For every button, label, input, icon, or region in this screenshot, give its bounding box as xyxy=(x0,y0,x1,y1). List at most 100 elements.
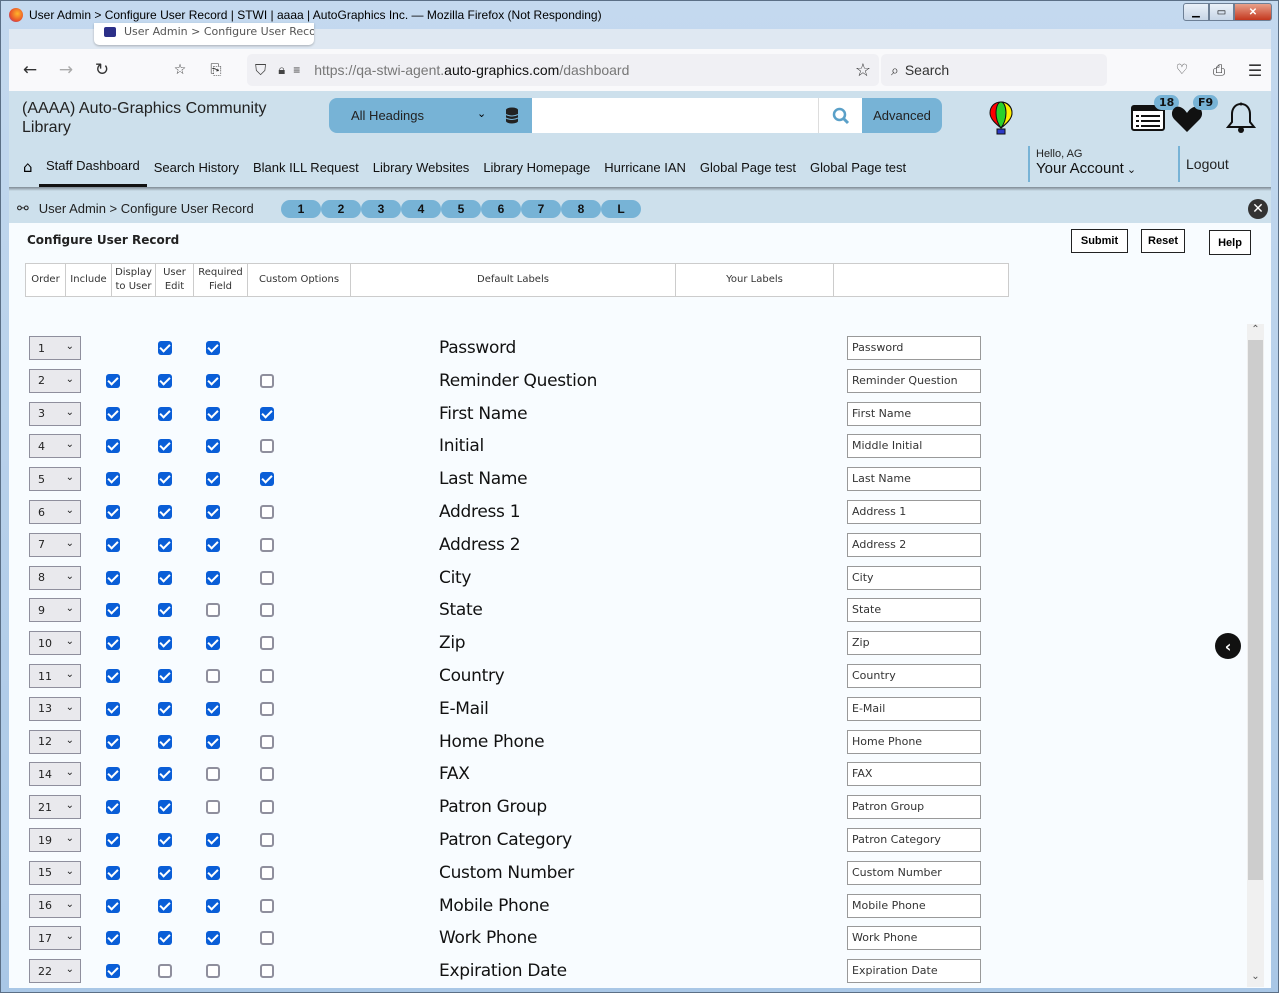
collapse-panel-arrow[interactable]: ‹ xyxy=(1215,633,1241,659)
menu-library-websites[interactable]: Library Websites xyxy=(366,147,477,187)
order-select[interactable]: 13 ⌄ xyxy=(29,696,81,721)
display-checkbox[interactable] xyxy=(158,734,172,749)
edit-checkbox[interactable] xyxy=(206,603,220,618)
include-checkbox[interactable] xyxy=(106,898,120,913)
display-checkbox[interactable] xyxy=(158,669,172,683)
chevron-down-icon[interactable]: ⌄ xyxy=(477,107,486,120)
display-checkbox[interactable] xyxy=(158,439,172,454)
pill-7[interactable]: 7 xyxy=(521,200,561,218)
edit-checkbox[interactable] xyxy=(206,865,220,880)
pocket-icon[interactable]: ♡ xyxy=(1167,55,1197,85)
include-checkbox[interactable] xyxy=(106,406,120,421)
required-checkbox[interactable] xyxy=(260,865,274,880)
required-checkbox[interactable] xyxy=(260,537,274,552)
display-checkbox[interactable] xyxy=(158,373,172,388)
your-label-input[interactable]: Middle Initial xyxy=(847,434,981,459)
edit-checkbox[interactable] xyxy=(206,767,220,782)
display-checkbox[interactable] xyxy=(158,833,172,847)
logout-link[interactable]: Logout xyxy=(1178,146,1229,182)
required-checkbox[interactable] xyxy=(260,439,274,454)
edit-checkbox[interactable] xyxy=(206,833,220,847)
account-menu[interactable]: Hello, AG Your Account ⌄ xyxy=(1028,146,1136,182)
include-checkbox[interactable] xyxy=(106,603,120,618)
display-checkbox[interactable] xyxy=(158,341,172,355)
your-label-input[interactable]: State xyxy=(847,598,981,623)
required-checkbox[interactable] xyxy=(260,472,274,487)
vertical-scrollbar[interactable]: ⌃ ⌄ xyxy=(1247,324,1264,987)
forward-button[interactable]: → xyxy=(51,55,81,85)
help-button[interactable]: Help xyxy=(1209,230,1251,255)
browser-tab[interactable]: User Admin > Configure User Record xyxy=(94,23,314,45)
order-select[interactable]: 6 ⌄ xyxy=(29,500,81,524)
display-checkbox[interactable] xyxy=(158,603,172,618)
menu-blank-ill-request[interactable]: Blank ILL Request xyxy=(246,147,366,187)
lock-icon[interactable]: 🔒︎ xyxy=(278,62,285,78)
order-select[interactable]: 16 ⌄ xyxy=(29,893,81,918)
pill-1[interactable]: 1 xyxy=(281,200,321,218)
required-checkbox[interactable] xyxy=(260,701,274,716)
include-checkbox[interactable] xyxy=(106,865,120,880)
your-label-input[interactable]: Patron Category xyxy=(847,828,981,852)
pill-3[interactable]: 3 xyxy=(361,200,401,218)
order-select[interactable]: 22 ⌄ xyxy=(29,959,81,984)
scroll-up-arrow[interactable]: ⌃ xyxy=(1247,324,1264,340)
your-label-input[interactable]: Work Phone xyxy=(847,926,981,951)
edit-checkbox[interactable] xyxy=(206,406,220,421)
required-checkbox[interactable] xyxy=(260,931,274,946)
minimize-button[interactable]: ▁ xyxy=(1183,3,1209,21)
display-checkbox[interactable] xyxy=(158,931,172,946)
catalog-search-input[interactable] xyxy=(532,98,818,133)
required-checkbox[interactable] xyxy=(260,734,274,749)
order-select[interactable]: 8 ⌄ xyxy=(29,565,81,590)
edit-checkbox[interactable] xyxy=(206,636,220,651)
bell-icon[interactable] xyxy=(1225,101,1257,135)
required-checkbox[interactable] xyxy=(260,373,274,388)
your-label-input[interactable]: Address 1 xyxy=(847,500,981,524)
your-account-label[interactable]: Your Account xyxy=(1036,160,1124,177)
order-select[interactable]: 3 ⌄ xyxy=(29,401,81,426)
your-label-input[interactable]: Patron Group xyxy=(847,795,981,820)
pill-l[interactable]: L xyxy=(601,200,641,218)
bookmark-manage-icon[interactable]: ☆ xyxy=(165,55,195,85)
order-select[interactable]: 9 ⌄ xyxy=(29,598,81,623)
order-select[interactable]: 17 ⌄ xyxy=(29,926,81,951)
order-select[interactable]: 21 ⌄ xyxy=(29,795,81,820)
display-checkbox[interactable] xyxy=(158,865,172,880)
order-select[interactable]: 4 ⌄ xyxy=(29,434,81,459)
order-select[interactable]: 19 ⌄ xyxy=(29,828,81,852)
menu-library-homepage[interactable]: Library Homepage xyxy=(476,147,597,187)
include-checkbox[interactable] xyxy=(106,505,120,519)
breadcrumb[interactable]: User Admin > Configure User Record xyxy=(39,201,254,216)
include-checkbox[interactable] xyxy=(106,734,120,749)
your-label-input[interactable]: Home Phone xyxy=(847,729,981,754)
bookmark-star-icon[interactable]: ☆ xyxy=(855,60,871,81)
your-label-input[interactable]: E-Mail xyxy=(847,696,981,721)
your-label-input[interactable]: Country xyxy=(847,664,981,688)
edit-checkbox[interactable] xyxy=(206,701,220,716)
order-select[interactable]: 12 ⌄ xyxy=(29,729,81,754)
permissions-icon[interactable]: ≡ xyxy=(293,63,300,77)
pill-8[interactable]: 8 xyxy=(561,200,601,218)
database-icon[interactable] xyxy=(505,107,519,124)
pill-4[interactable]: 4 xyxy=(401,200,441,218)
required-checkbox[interactable] xyxy=(260,505,274,519)
share-icon[interactable]: ⎘ xyxy=(201,55,231,85)
advanced-search-button[interactable]: Advanced xyxy=(862,98,942,133)
edit-checkbox[interactable] xyxy=(206,931,220,946)
required-checkbox[interactable] xyxy=(260,800,274,815)
close-icon[interactable]: ✕ xyxy=(1248,199,1268,219)
your-label-input[interactable]: Expiration Date xyxy=(847,959,981,984)
required-checkbox[interactable] xyxy=(260,603,274,618)
order-select[interactable]: 1 ⌄ xyxy=(29,336,81,360)
order-select[interactable]: 10 ⌄ xyxy=(29,631,81,656)
include-checkbox[interactable] xyxy=(106,833,120,847)
back-button[interactable]: ← xyxy=(15,55,45,85)
edit-checkbox[interactable] xyxy=(206,505,220,519)
your-label-input[interactable]: First Name xyxy=(847,401,981,426)
required-checkbox[interactable] xyxy=(260,570,274,585)
display-checkbox[interactable] xyxy=(158,767,172,782)
edit-checkbox[interactable] xyxy=(206,439,220,454)
your-label-input[interactable]: City xyxy=(847,565,981,590)
required-checkbox[interactable] xyxy=(260,833,274,847)
order-select[interactable]: 14 ⌄ xyxy=(29,762,81,787)
